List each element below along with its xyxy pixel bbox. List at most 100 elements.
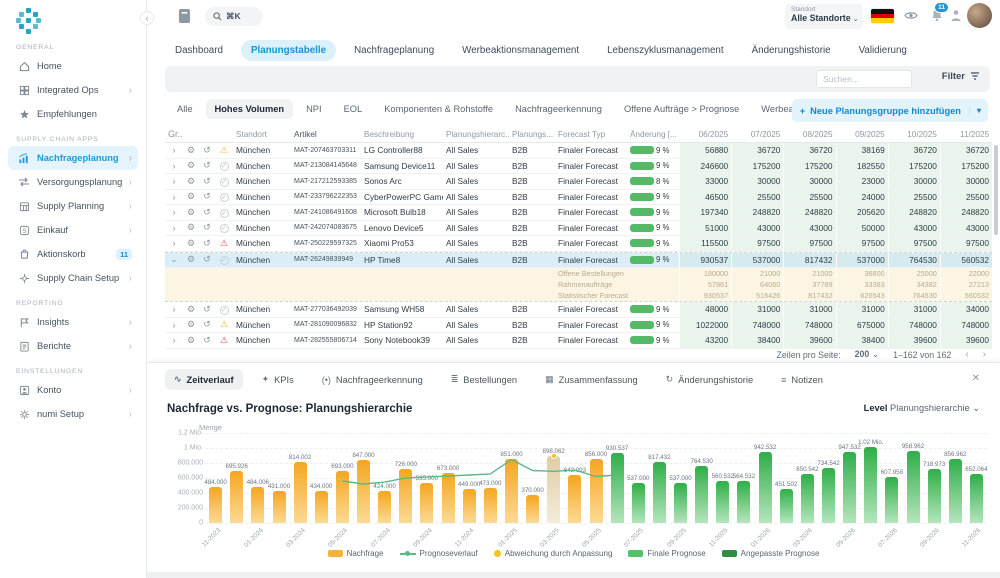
bar-08-2024[interactable] (399, 469, 412, 523)
vertical-scrollbar[interactable] (994, 145, 998, 235)
tab-3[interactable]: Werbeaktionsmanagement (452, 40, 589, 61)
chevron-right-icon[interactable]: › (165, 238, 183, 248)
bar-01-2025[interactable] (505, 459, 518, 523)
add-button-dropdown[interactable]: ▾ (969, 106, 988, 115)
month-header[interactable]: 08/2025 (783, 126, 835, 142)
gear-icon[interactable]: ⚙ (183, 304, 199, 315)
forecast-cell[interactable]: 36720 (731, 143, 783, 158)
page-prev-button[interactable]: ‹ (965, 349, 968, 360)
forecast-cell[interactable]: 43200 (679, 333, 731, 348)
level-selector[interactable]: Level Planungshierarchie ⌄ (864, 403, 980, 414)
forecast-cell[interactable]: 31000 (836, 302, 888, 317)
bar-10-2024[interactable] (442, 473, 455, 524)
panel-tab-1[interactable]: ✦KPIs (253, 369, 303, 390)
rows-per-page-select[interactable]: 200 ⌄ (855, 349, 880, 360)
add-planning-group-button[interactable]: +Neue Planungsgruppe hinzufügen ▾ (792, 99, 988, 122)
bar-12-2023[interactable] (230, 471, 243, 523)
bar-06-2025[interactable] (611, 453, 624, 523)
gear-icon[interactable]: ⚙ (183, 319, 199, 330)
chevron-right-icon[interactable]: › (165, 335, 183, 345)
forecast-cell[interactable]: 51000 (679, 221, 731, 236)
sidebar-item-versorgungsplanung[interactable]: Versorgungsplanung › (8, 170, 138, 194)
chevron-right-icon[interactable]: › (165, 192, 183, 202)
chip-4[interactable]: Komponenten & Rohstoffe (375, 99, 502, 119)
close-icon[interactable]: ✕ (972, 373, 980, 384)
forecast-cell[interactable]: 248820 (940, 205, 992, 220)
forecast-cell[interactable]: 25500 (783, 190, 835, 205)
forecast-cell[interactable]: 764530 (888, 253, 940, 268)
bar-03-2024[interactable] (294, 462, 307, 523)
tab-4[interactable]: Lebenszyklusmanagement (597, 40, 734, 61)
sidebar-item-nachfrageplanung[interactable]: Nachfrageplanung › (8, 146, 138, 170)
chevron-right-icon[interactable]: › (165, 320, 183, 330)
table-row[interactable]: › ⚙ ↺ ✓ München MAT-241086491608 Microso… (165, 205, 992, 221)
forecast-cell[interactable]: 31000 (783, 302, 835, 317)
table-row[interactable]: › ⚙ ↺ ✓ München MAT-233796222353 CyberPo… (165, 190, 992, 206)
gear-icon[interactable]: ⚙ (183, 222, 199, 233)
chevron-right-icon[interactable]: › (165, 176, 183, 186)
chevron-right-icon[interactable]: › (165, 304, 183, 314)
forecast-cell[interactable]: 205620 (836, 205, 888, 220)
month-header[interactable]: 09/2025 (836, 126, 888, 142)
forecast-cell[interactable]: 36720 (940, 143, 992, 158)
bar-02-2025[interactable] (526, 495, 539, 523)
forecast-cell[interactable]: 30000 (731, 174, 783, 189)
month-header[interactable]: 11/2025 (940, 126, 992, 142)
forecast-cell[interactable]: 30000 (888, 174, 940, 189)
sidebar-item-insights[interactable]: Insights › (8, 310, 138, 334)
history-icon[interactable]: ↺ (199, 319, 215, 330)
gear-icon[interactable]: ⚙ (183, 254, 199, 265)
chevron-right-icon[interactable]: › (165, 145, 183, 155)
forecast-cell[interactable]: 36720 (783, 143, 835, 158)
sidebar-item-supply-chain-setup[interactable]: Supply Chain Setup › (8, 266, 138, 290)
bar-03-2026[interactable] (801, 474, 814, 523)
gear-icon[interactable]: ⚙ (183, 238, 199, 249)
bar-07-2024[interactable] (378, 491, 391, 523)
table-row[interactable]: › ⚙ ↺ ✓ München MAT-242074083675 Lenovo … (165, 221, 992, 237)
forecast-cell[interactable]: 24000 (836, 190, 888, 205)
forecast-cell[interactable]: 43000 (731, 221, 783, 236)
bar-04-2026[interactable] (822, 468, 835, 523)
tab-1[interactable]: Planungstabelle (241, 40, 336, 61)
bar-06-2024[interactable] (357, 460, 370, 524)
history-icon[interactable]: ↺ (199, 207, 215, 218)
chevron-right-icon[interactable]: › (165, 223, 183, 233)
gear-icon[interactable]: ⚙ (183, 160, 199, 171)
bar-05-2024[interactable] (336, 471, 349, 523)
language-flag-german[interactable] (871, 9, 894, 23)
table-row[interactable]: › ⚙ ↺ ⚠ München MAT-207463703311 LG Cont… (165, 143, 992, 159)
forecast-cell[interactable]: 748000 (783, 318, 835, 333)
bar-06-2026[interactable] (864, 447, 877, 524)
forecast-cell[interactable]: 537000 (731, 253, 783, 268)
avatar[interactable] (967, 3, 992, 28)
tab-5[interactable]: Änderungshistorie (742, 40, 841, 61)
month-header[interactable]: 07/2025 (731, 126, 783, 142)
history-icon[interactable]: ↺ (199, 176, 215, 187)
forecast-cell[interactable]: 675000 (836, 318, 888, 333)
sidebar-collapse-button[interactable]: ‹ (140, 11, 154, 25)
forecast-cell[interactable]: 30000 (783, 174, 835, 189)
history-icon[interactable]: ↺ (199, 304, 215, 315)
history-icon[interactable]: ↺ (199, 335, 215, 346)
sidebar-item-konto[interactable]: Konto › (8, 378, 138, 402)
forecast-cell[interactable]: 30000 (940, 174, 992, 189)
panel-tab-3[interactable]: ≣Bestellungen (442, 369, 526, 390)
bar-11-2024[interactable] (463, 489, 476, 523)
forecast-cell[interactable]: 248820 (783, 205, 835, 220)
forecast-cell[interactable]: 38169 (836, 143, 888, 158)
bar-12-2024[interactable] (484, 488, 497, 524)
filter-button[interactable]: Filter (942, 71, 980, 82)
bar-01-2024[interactable] (251, 487, 264, 523)
forecast-cell[interactable]: 175200 (940, 159, 992, 174)
gear-icon[interactable]: ⚙ (183, 191, 199, 202)
bar-03-2025[interactable] (547, 456, 560, 523)
history-icon[interactable]: ↺ (199, 238, 215, 249)
forecast-cell[interactable]: 182550 (836, 159, 888, 174)
forecast-cell[interactable]: 46500 (679, 190, 731, 205)
panel-tab-0[interactable]: ∿Zeitverlauf (165, 369, 243, 390)
forecast-cell[interactable]: 248820 (888, 205, 940, 220)
bar-09-2024[interactable] (420, 483, 433, 523)
forecast-cell[interactable]: 39600 (888, 333, 940, 348)
forecast-cell[interactable]: 33000 (679, 174, 731, 189)
tab-0[interactable]: Dashboard (165, 40, 233, 61)
